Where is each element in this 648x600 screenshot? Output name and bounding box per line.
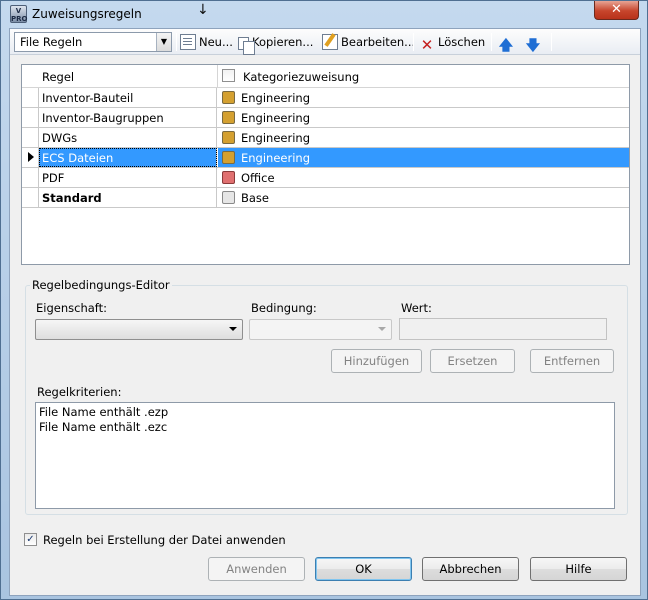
mouse-cursor-icon: ↓ [197, 2, 209, 18]
row-indicator [22, 168, 39, 187]
category-color-swatch [222, 151, 235, 164]
close-button[interactable]: ✕ [594, 1, 639, 20]
add-criterion-button[interactable]: Hinzufügen [331, 349, 422, 373]
list-item[interactable]: File Name enthält .ezc [39, 420, 611, 435]
toolbar-separator [176, 33, 177, 51]
dialog-window: V PRO Zuweisungsregeln ↓ ✕ File Regeln ▼… [0, 0, 648, 600]
cancel-button[interactable]: Abbrechen [422, 557, 519, 581]
rule-name-cell[interactable]: Inventor-Bauteil [39, 88, 217, 107]
row-indicator [22, 188, 39, 207]
ok-button[interactable]: OK [315, 557, 412, 581]
condition-dropdown[interactable] [249, 319, 392, 340]
rule-set-combobox[interactable]: File Regeln ▼ [14, 32, 172, 52]
rule-name-cell[interactable]: Standard [39, 188, 217, 207]
category-name: Engineering [241, 151, 310, 165]
rule-name-cell[interactable]: ECS Dateien [39, 148, 217, 167]
group-title: Regelbedingungs-Editor [30, 278, 172, 292]
replace-criterion-button[interactable]: Ersetzen [430, 349, 515, 373]
chevron-down-icon [229, 327, 237, 331]
bedingung-label: Bedingung: [251, 301, 317, 315]
grid-header: Regel Kategoriezuweisung [22, 65, 629, 88]
table-row-selected[interactable]: ECS Dateien Engineering [22, 148, 629, 168]
new-icon [180, 34, 196, 50]
toolbar: File Regeln ▼ Neu... Kopieren... Bearbei… [10, 29, 640, 55]
rule-name-cell[interactable]: Inventor-Baugruppen [39, 108, 217, 127]
category-color-swatch [222, 191, 235, 204]
toolbar-separator [491, 33, 492, 51]
edit-button[interactable]: Bearbeiten... [322, 32, 415, 52]
new-button[interactable]: Neu... [180, 32, 233, 52]
edit-icon [322, 34, 338, 50]
move-up-button[interactable]: 🡅 [498, 32, 517, 54]
app-icon: V PRO [10, 5, 28, 23]
title-bar[interactable]: V PRO Zuweisungsregeln ↓ ✕ [1, 1, 647, 27]
category-color-swatch [222, 111, 235, 124]
property-dropdown[interactable] [35, 319, 243, 340]
help-button[interactable]: Hilfe [530, 557, 627, 581]
value-input[interactable] [399, 318, 607, 340]
column-divider [217, 65, 218, 88]
table-row[interactable]: Inventor-Bauteil Engineering [22, 88, 629, 108]
arrow-down-icon: 🡇 [525, 38, 541, 54]
current-row-arrow-icon [28, 152, 34, 162]
rule-criteria-list[interactable]: File Name enthält .ezp File Name enthält… [35, 402, 615, 509]
row-indicator [22, 108, 39, 127]
row-indicator [22, 148, 39, 167]
category-color-swatch [222, 131, 235, 144]
chevron-down-icon [378, 327, 386, 331]
apply-button[interactable]: Anwenden [208, 557, 305, 581]
remove-criterion-button[interactable]: Entfernen [530, 349, 614, 373]
category-cell[interactable]: Base [218, 188, 629, 207]
rule-name-cell[interactable]: DWGs [39, 128, 217, 147]
apply-on-create-label[interactable]: Regeln bei Erstellung der Datei anwenden [43, 533, 286, 547]
wert-label: Wert: [401, 301, 432, 315]
new-label: Neu... [199, 35, 233, 49]
table-row[interactable]: Inventor-Baugruppen Engineering [22, 108, 629, 128]
rules-grid[interactable]: Regel Kategoriezuweisung Inventor-Bautei… [21, 64, 630, 265]
category-name: Engineering [241, 111, 310, 125]
category-color-swatch [222, 171, 235, 184]
table-row[interactable]: PDF Office [22, 168, 629, 188]
category-cell[interactable]: Engineering [218, 88, 629, 107]
apply-on-create-checkbox[interactable]: ✓ [24, 533, 37, 546]
category-name: Base [241, 191, 270, 205]
column-header-kategorie[interactable]: Kategoriezuweisung [243, 70, 359, 84]
dialog-content: File Regeln ▼ Neu... Kopieren... Bearbei… [9, 28, 641, 596]
category-cell[interactable]: Engineering [218, 108, 629, 127]
table-row[interactable]: Standard Base [22, 188, 629, 208]
copy-icon [238, 37, 255, 55]
arrow-up-icon: 🡅 [498, 38, 514, 54]
window-title: Zuweisungsregeln [32, 7, 142, 21]
category-cell[interactable]: Office [218, 168, 629, 187]
toolbar-separator [413, 33, 414, 51]
table-row[interactable]: DWGs Engineering [22, 128, 629, 148]
row-indicator [22, 128, 39, 147]
copy-label: Kopieren... [252, 35, 314, 49]
delete-label: Löschen [438, 35, 486, 49]
criteria-label: Regelkriterien: [37, 385, 122, 399]
category-name: Office [241, 171, 275, 185]
column-header-regel[interactable]: Regel [42, 70, 74, 84]
chevron-down-icon[interactable]: ▼ [156, 33, 171, 51]
rule-set-value: File Regeln [20, 35, 83, 49]
delete-icon: ✕ [420, 36, 434, 54]
delete-button[interactable]: ✕ Löschen [419, 32, 486, 54]
category-cell[interactable]: Engineering [218, 148, 629, 167]
category-color-swatch [222, 91, 235, 104]
category-name: Engineering [241, 91, 310, 105]
move-down-button[interactable]: 🡇 [525, 32, 544, 54]
header-checkbox[interactable] [222, 69, 235, 82]
category-name: Engineering [241, 131, 310, 145]
row-indicator [22, 88, 39, 107]
toolbar-separator [551, 33, 552, 51]
edit-label: Bearbeiten... [341, 35, 416, 49]
list-item[interactable]: File Name enthält .ezp [39, 405, 611, 420]
eigenschaft-label: Eigenschaft: [36, 301, 108, 315]
category-cell[interactable]: Engineering [218, 128, 629, 147]
copy-button[interactable]: Kopieren... [238, 32, 314, 55]
rule-name-cell[interactable]: PDF [39, 168, 217, 187]
